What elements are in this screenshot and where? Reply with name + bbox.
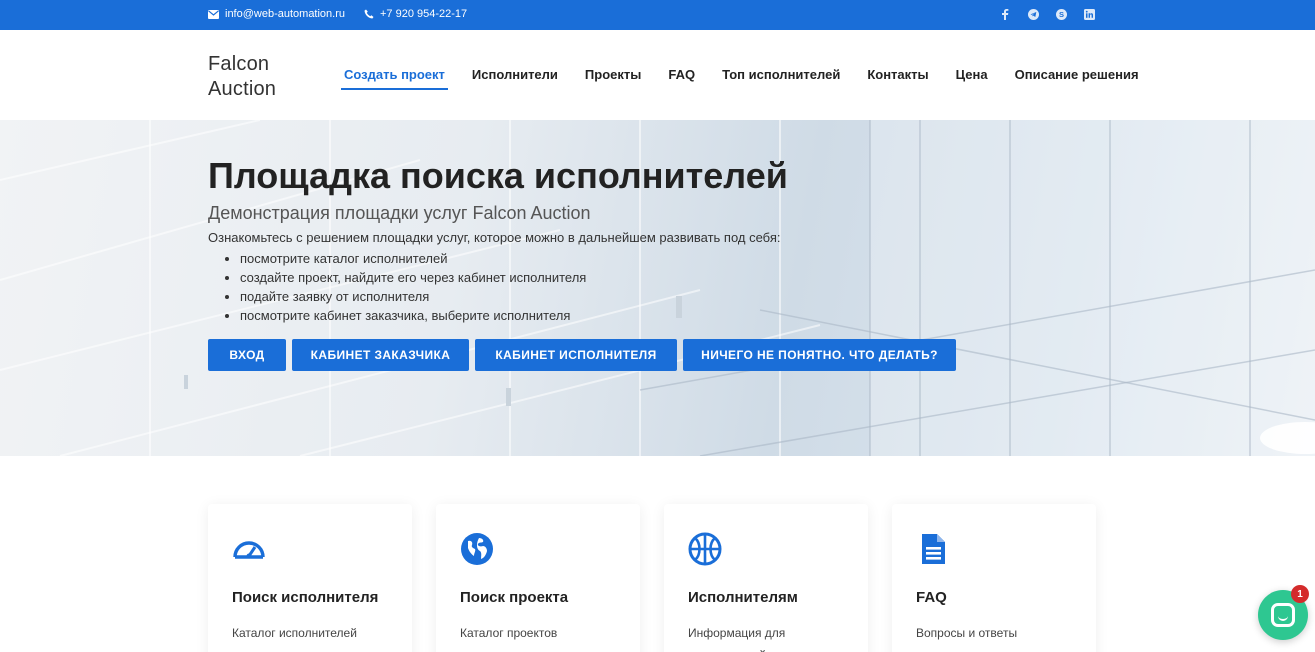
card-title: FAQ bbox=[916, 589, 947, 606]
list-item: подайте заявку от исполнителя bbox=[240, 287, 788, 306]
envelope-icon bbox=[208, 9, 219, 19]
email-text[interactable]: info@web-automation.ru bbox=[225, 8, 345, 20]
login-button[interactable]: ВХОД bbox=[208, 339, 286, 371]
list-item: посмотрите каталог исполнителей bbox=[240, 249, 788, 268]
card-title: Исполнителям bbox=[688, 589, 798, 606]
globe-icon bbox=[461, 533, 493, 565]
hero-content: Площадка поиска исполнителей Демонстраци… bbox=[208, 155, 788, 325]
card-text: Каталог проектов bbox=[460, 626, 558, 640]
performer-cabinet-button[interactable]: КАБИНЕТ ИСПОЛНИТЕЛЯ bbox=[475, 339, 677, 371]
card-find-performer[interactable]: Поиск исполнителя Каталог исполнителей bbox=[208, 504, 412, 652]
nav-solution-description[interactable]: Описание решения bbox=[1015, 67, 1139, 90]
site-header: Falcon Auction Создать проект Исполнител… bbox=[0, 30, 1315, 120]
card-text: Каталог исполнителей bbox=[232, 626, 357, 640]
logo-line-2[interactable]: Auction bbox=[208, 77, 276, 102]
svg-text:S: S bbox=[1058, 10, 1063, 19]
email-contact[interactable]: info@web-automation.ru bbox=[208, 8, 345, 20]
card-text: Информация для исполнителей bbox=[688, 626, 786, 652]
card-find-project[interactable]: Поиск проекта Каталог проектов bbox=[436, 504, 640, 652]
card-title: Поиск проекта bbox=[460, 589, 569, 606]
logo-line-1[interactable]: Falcon bbox=[208, 52, 276, 77]
skype-icon[interactable]: S bbox=[1055, 8, 1067, 20]
help-button[interactable]: НИЧЕГО НЕ ПОНЯТНО. ЧТО ДЕЛАТЬ? bbox=[683, 339, 956, 371]
nav-faq[interactable]: FAQ bbox=[668, 67, 695, 90]
nav-top-performers[interactable]: Топ исполнителей bbox=[722, 67, 840, 90]
top-bar: info@web-automation.ru +7 920 954-22-17 … bbox=[0, 0, 1315, 30]
hero-title: Площадка поиска исполнителей bbox=[208, 155, 788, 196]
linkedin-icon[interactable] bbox=[1083, 8, 1095, 20]
customer-cabinet-button[interactable]: КАБИНЕТ ЗАКАЗЧИКА bbox=[292, 339, 469, 371]
hero-subtitle: Демонстрация площадки услуг Falcon Aucti… bbox=[208, 203, 591, 223]
main-nav: Создать проект Исполнители Проекты FAQ Т… bbox=[341, 67, 1139, 90]
card-faq[interactable]: FAQ Вопросы и ответы bbox=[892, 504, 1096, 652]
facebook-icon[interactable] bbox=[999, 8, 1011, 20]
hero-intro: Ознакомьтесь с решением площадки услуг, … bbox=[208, 230, 781, 245]
chat-notification-badge: 1 bbox=[1291, 585, 1309, 603]
nav-projects[interactable]: Проекты bbox=[585, 67, 641, 90]
phone-icon bbox=[364, 9, 374, 19]
document-icon bbox=[922, 534, 945, 564]
nav-price[interactable]: Цена bbox=[956, 67, 988, 90]
card-for-performers[interactable]: Исполнителям Информация для исполнителей bbox=[664, 504, 868, 652]
nav-contacts[interactable]: Контакты bbox=[867, 67, 928, 90]
hero-steps-list: посмотрите каталог исполнителей создайте… bbox=[208, 249, 788, 325]
nav-performers[interactable]: Исполнители bbox=[472, 67, 558, 90]
list-item: посмотрите кабинет заказчика, выберите и… bbox=[240, 306, 788, 325]
site-logo[interactable]: Falcon Auction bbox=[208, 52, 276, 102]
phone-text[interactable]: +7 920 954-22-17 bbox=[380, 8, 467, 20]
list-item: создайте проект, найдите его через кабин… bbox=[240, 268, 788, 287]
speedometer-icon bbox=[233, 541, 265, 559]
nav-create-project[interactable]: Создать проект bbox=[341, 67, 448, 90]
card-text: Вопросы и ответы bbox=[916, 626, 1018, 640]
card-title: Поиск исполнителя bbox=[232, 589, 379, 606]
chat-icon bbox=[1271, 603, 1295, 627]
hero-section: Площадка поиска исполнителей Демонстраци… bbox=[0, 120, 1315, 456]
basketball-icon bbox=[688, 532, 722, 566]
telegram-icon[interactable] bbox=[1027, 8, 1039, 20]
hero-buttons: ВХОД КАБИНЕТ ЗАКАЗЧИКА КАБИНЕТ ИСПОЛНИТЕ… bbox=[208, 339, 956, 371]
social-links: S bbox=[999, 8, 1095, 20]
feature-cards: Поиск исполнителя Каталог исполнителей П… bbox=[208, 504, 1096, 652]
phone-contact[interactable]: +7 920 954-22-17 bbox=[364, 8, 467, 20]
